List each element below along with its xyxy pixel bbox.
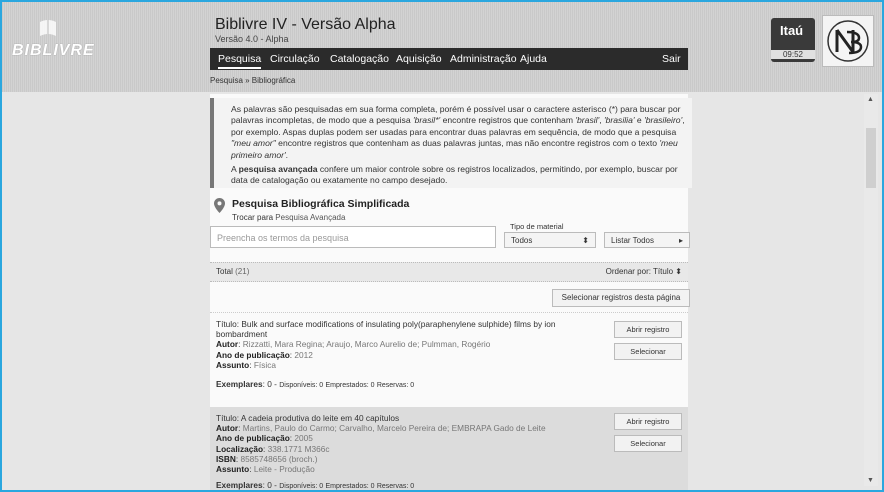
menu-item-pesquisa[interactable]: Pesquisa	[218, 53, 262, 69]
search-input[interactable]: Preencha os termos da pesquisa	[210, 226, 496, 248]
menu-item-administracao[interactable]: Administração	[450, 53, 517, 65]
app-version: Versão 4.0 - Alpha	[215, 34, 289, 44]
sort-select[interactable]: Ordenar por: Título ⬍	[606, 267, 682, 276]
main-menu: Pesquisa Circulação Catalogação Aquisiçã…	[210, 48, 688, 70]
result-record: Título: Bulk and surface modifications o…	[210, 312, 688, 403]
help-paragraph-1: As palavras são pesquisadas em sua forma…	[231, 104, 685, 160]
logo-text: BIBLIVRE	[12, 42, 95, 59]
location-pin-icon	[214, 198, 225, 213]
caret-right-icon: ▸	[678, 236, 683, 245]
menu-item-ajuda[interactable]: Ajuda	[520, 53, 547, 65]
sponsor-brand: Itaú	[780, 23, 804, 38]
select-page-button[interactable]: Selecionar registros desta página	[552, 289, 690, 307]
clock: 09:52	[771, 50, 815, 59]
scroll-up-icon[interactable]: ▲	[867, 96, 874, 103]
seal-icon	[827, 20, 869, 62]
scrollbar-thumb[interactable]	[866, 128, 876, 188]
record-details: Título: Bulk and surface modifications o…	[216, 319, 556, 370]
material-type-select[interactable]: Todos ⬍	[504, 232, 596, 248]
page-scrollbar[interactable]: ▲ ▼	[864, 94, 878, 486]
book-leaf-icon	[40, 20, 56, 36]
total-count: Total (21)	[216, 267, 250, 276]
record-details: Título: A cadeia produtiva do leite em 4…	[216, 413, 546, 475]
select-arrows-icon: ⬍	[675, 267, 682, 276]
result-record: Título: A cadeia produtiva do leite em 4…	[210, 407, 688, 490]
search-title: Pesquisa Bibliográfica Simplificada	[232, 198, 410, 210]
select-record-button[interactable]: Selecionar	[614, 435, 682, 452]
breadcrumb: Pesquisa » Bibliográfica	[210, 76, 296, 85]
biblivre-logo[interactable]: BIBLIVRE	[10, 16, 94, 59]
open-record-button[interactable]: Abrir registro	[614, 321, 682, 338]
record-holdings: Exemplares: 0 - Disponíveis: 0 Emprestad…	[216, 480, 415, 490]
menu-item-catalogacao[interactable]: Catalogação	[330, 53, 389, 65]
results-summary: Total (21) Ordenar por: Título ⬍	[210, 262, 688, 282]
institution-seal	[822, 15, 874, 67]
advanced-search-link[interactable]: Pesquisa Avançada	[275, 213, 345, 222]
scroll-down-icon[interactable]: ▼	[867, 477, 874, 484]
app-title: Biblivre IV - Versão Alpha	[215, 16, 396, 33]
app-window: BIBLIVRE Biblivre IV - Versão Alpha Vers…	[0, 0, 884, 492]
material-type-label: Tipo de material	[510, 222, 564, 231]
select-record-button[interactable]: Selecionar	[614, 343, 682, 360]
sponsor-badge: Itaú 09:52	[771, 18, 815, 62]
header: BIBLIVRE Biblivre IV - Versão Alpha Vers…	[2, 2, 882, 92]
select-arrows-icon: ⬍	[582, 236, 589, 245]
logout-button[interactable]: Sair	[662, 53, 681, 65]
list-all-button[interactable]: Listar Todos ▸	[604, 232, 690, 248]
search-mode-switch: Trocar para Pesquisa Avançada	[232, 213, 346, 222]
open-record-button[interactable]: Abrir registro	[614, 413, 682, 430]
search-help: As palavras são pesquisadas em sua forma…	[210, 98, 692, 188]
menu-item-aquisicao[interactable]: Aquisição	[396, 53, 442, 65]
main-content: As palavras são pesquisadas em sua forma…	[210, 94, 692, 490]
menu-item-circulacao[interactable]: Circulação	[270, 53, 320, 65]
help-paragraph-2: A pesquisa avançada confere um maior con…	[231, 164, 678, 186]
record-holdings: Exemplares: 0 - Disponíveis: 0 Emprestad…	[216, 379, 415, 389]
